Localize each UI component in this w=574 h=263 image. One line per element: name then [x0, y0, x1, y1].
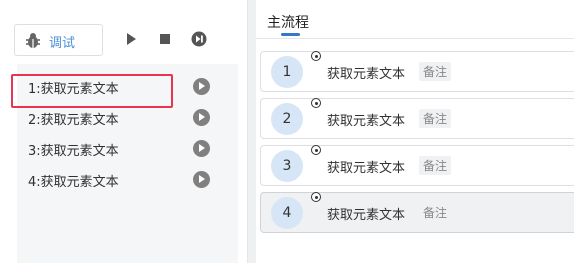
- toolbar: 调试: [0, 0, 247, 62]
- flow-step[interactable]: 2 获取元素文本 备注: [260, 98, 574, 139]
- bug-icon: [26, 33, 40, 48]
- arrow-right-icon[interactable]: [193, 171, 210, 188]
- step-number: 1: [271, 56, 303, 88]
- step-list: 1:获取元素文本 2:获取元素文本 3:获取元素文本 4:获取元素文本: [11, 64, 238, 263]
- step-number: 4: [271, 197, 303, 229]
- list-item[interactable]: 2:获取元素文本: [17, 102, 238, 133]
- play-icon[interactable]: [123, 31, 139, 47]
- panel-divider[interactable]: [247, 0, 256, 263]
- list-item[interactable]: 3:获取元素文本: [17, 133, 238, 164]
- list-item[interactable]: 4:获取元素文本: [17, 164, 238, 195]
- tab-main-flow[interactable]: 主流程: [267, 12, 309, 32]
- arrow-right-icon[interactable]: [193, 140, 210, 157]
- note-tag[interactable]: 备注: [419, 156, 452, 175]
- list-item-label: 3:获取元素文本: [28, 144, 119, 159]
- step-number: 3: [271, 150, 303, 182]
- active-tab-indicator: [281, 33, 300, 36]
- flow-step[interactable]: 4 获取元素文本 备注: [260, 192, 574, 233]
- note-tag[interactable]: 备注: [419, 203, 451, 222]
- arrow-right-icon[interactable]: [193, 78, 210, 95]
- step-number: 2: [271, 103, 303, 135]
- breakpoint-icon[interactable]: [311, 145, 321, 155]
- breakpoint-icon[interactable]: [311, 51, 321, 61]
- list-item-label: 1:获取元素文本: [28, 82, 119, 97]
- breakpoint-icon[interactable]: [311, 98, 321, 108]
- list-item-label: 4:获取元素文本: [28, 175, 119, 190]
- flow-step[interactable]: 1 获取元素文本 备注: [260, 51, 574, 92]
- arrow-right-icon[interactable]: [193, 109, 210, 126]
- step-name: 获取元素文本: [327, 114, 406, 129]
- breakpoint-icon[interactable]: [311, 192, 321, 202]
- debug-button-label: 调试: [49, 36, 76, 51]
- note-tag[interactable]: 备注: [419, 109, 452, 128]
- left-panel: 调试 1:获取元素文本 2:获取元素文本 3:获取元素文本 4:获取元素文本: [0, 0, 247, 263]
- flow-step[interactable]: 3 获取元素文本 备注: [260, 145, 574, 186]
- tab-divider: [256, 38, 574, 39]
- list-item-label: 2:获取元素文本: [28, 113, 119, 128]
- debug-button[interactable]: 调试: [14, 24, 103, 56]
- note-tag[interactable]: 备注: [419, 62, 452, 81]
- skip-icon[interactable]: [191, 31, 207, 47]
- stop-icon[interactable]: [157, 31, 173, 47]
- list-item[interactable]: 1:获取元素文本: [11, 71, 238, 108]
- step-name: 获取元素文本: [327, 67, 406, 82]
- step-name: 获取元素文本: [327, 161, 406, 176]
- flow-panel: 主流程 1 获取元素文本 备注 2 获取元素文本 备注 3 获取元素文本 备注 …: [256, 0, 574, 263]
- step-name: 获取元素文本: [327, 208, 406, 223]
